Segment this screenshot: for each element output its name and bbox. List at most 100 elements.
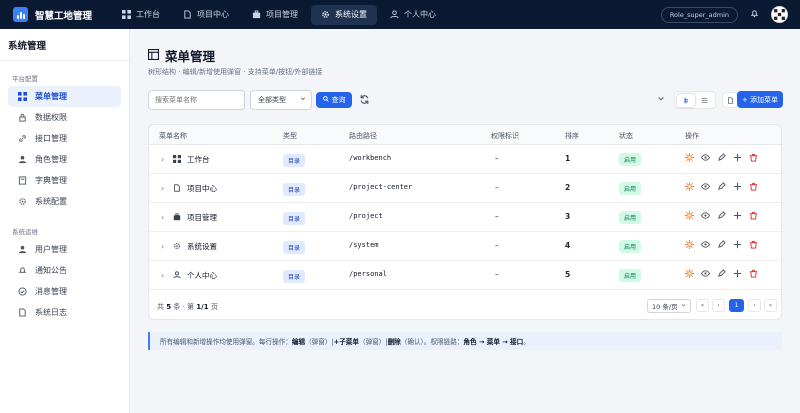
toggle-sun-icon[interactable]: [685, 182, 694, 191]
type-badge: 目录: [283, 183, 306, 196]
edit-icon[interactable]: [717, 240, 726, 249]
bell-icon: [18, 266, 27, 275]
chevron-down-icon[interactable]: [657, 95, 665, 105]
nav-item-workbench[interactable]: 工作台: [112, 5, 170, 25]
table-row[interactable]: › 工作台 目录 /workbench – 1 启用: [149, 145, 781, 174]
refresh-icon[interactable]: [359, 94, 370, 105]
avatar[interactable]: [771, 6, 788, 23]
eye-icon[interactable]: [701, 211, 710, 220]
status-badge: 启用: [619, 269, 642, 282]
add-menu-button[interactable]: + 添加菜单: [737, 91, 783, 108]
sidebar-item-menu[interactable]: 菜单管理: [8, 86, 121, 107]
menu-name: 个人中心: [187, 271, 217, 280]
sidebar-item-role[interactable]: 角色管理: [8, 149, 121, 170]
eye-icon[interactable]: [701, 240, 710, 249]
logo-icon: [13, 7, 28, 22]
row-actions: [685, 153, 758, 162]
chevron-right-icon[interactable]: ›: [161, 213, 167, 222]
table-row[interactable]: › 系统设置 目录 /system – 4 启用: [149, 232, 781, 261]
table-row[interactable]: › 项目中心 目录 /project-center – 2 启用: [149, 174, 781, 203]
export-icon[interactable]: [722, 92, 738, 108]
status-badge: 启用: [619, 240, 642, 253]
chevron-right-icon[interactable]: ›: [161, 242, 167, 251]
sort-order: 2: [565, 183, 571, 192]
sidebar-item-data-permission[interactable]: 数据权限: [8, 107, 121, 128]
add-child-icon[interactable]: [733, 269, 742, 278]
sidebar-item-messages[interactable]: 消息管理: [8, 281, 121, 302]
topbar-actions: Role_super_admin: [660, 0, 788, 29]
edit-icon[interactable]: [717, 269, 726, 278]
sidebar-item-dict[interactable]: 字典管理: [8, 170, 121, 191]
sidebar-item-notice[interactable]: 通知公告: [8, 260, 121, 281]
edit-icon[interactable]: [717, 211, 726, 220]
type-select[interactable]: 全部类型: [250, 90, 312, 110]
delete-icon[interactable]: [749, 211, 758, 220]
delete-icon[interactable]: [749, 240, 758, 249]
eye-icon[interactable]: [701, 269, 710, 278]
delete-icon[interactable]: [749, 269, 758, 278]
add-child-icon[interactable]: [733, 182, 742, 191]
book-icon: [18, 176, 27, 185]
sidebar-item-api[interactable]: 接口管理: [8, 128, 121, 149]
main-content: 菜单管理 树形结构 · 编辑/新增使用弹窗 · 支持菜单/按钮/外部链接 全部类…: [130, 29, 800, 413]
list-view-toggle[interactable]: [695, 94, 713, 107]
nav-item-project-center[interactable]: 项目中心: [173, 5, 239, 25]
menu-name: 项目中心: [187, 184, 217, 193]
column-header: 路由路径: [349, 132, 377, 140]
toolbar: 全部类型 查询 + 添加菜单: [148, 90, 783, 110]
nav-item-project-manage[interactable]: 项目管理: [242, 5, 308, 25]
note-text: 。: [523, 338, 530, 346]
role-badge[interactable]: Role_super_admin: [660, 6, 738, 23]
page-size-select[interactable]: 10 条/页: [647, 299, 691, 313]
note-text: （弹窗）|: [358, 338, 388, 346]
column-header: 操作: [685, 132, 699, 140]
edit-icon[interactable]: [717, 182, 726, 191]
permission-key: –: [495, 212, 499, 221]
chevron-right-icon[interactable]: ›: [161, 271, 167, 280]
gear-icon: [18, 197, 27, 206]
toggle-sun-icon[interactable]: [685, 269, 694, 278]
page-title: 菜单管理: [148, 46, 215, 65]
info-note: 所有编辑和新增操作均使用弹窗。每行操作： 编辑 （弹窗）| +子菜单 （弹窗）| 删除 （确…: [148, 332, 782, 350]
page-1-button[interactable]: 1: [729, 299, 744, 312]
toggle-sun-icon[interactable]: [685, 240, 694, 249]
edit-icon[interactable]: [717, 153, 726, 162]
column-header: 权限标识: [491, 132, 519, 140]
eye-icon[interactable]: [701, 182, 710, 191]
sidebar-item-logs[interactable]: 系统日志: [8, 302, 121, 323]
add-child-icon[interactable]: [733, 211, 742, 220]
toggle-sun-icon[interactable]: [685, 153, 694, 162]
table-row[interactable]: › 个人中心 目录 /personal – 5 启用: [149, 261, 781, 290]
table-row[interactable]: › 项目管理 目录 /project – 3 启用: [149, 203, 781, 232]
app-title: 智慧工地管理: [35, 10, 93, 22]
view-toggle: [674, 91, 716, 109]
prev-page-button[interactable]: ‹: [712, 299, 725, 312]
chevron-right-icon[interactable]: ›: [161, 155, 167, 164]
last-page-button[interactable]: »: [764, 299, 777, 312]
grid-icon: [173, 154, 181, 165]
search-button[interactable]: 查询: [316, 92, 352, 108]
bell-icon[interactable]: [750, 9, 759, 20]
window-icon: [148, 48, 159, 63]
column-header: 类型: [283, 132, 297, 140]
app-logo[interactable]: 智慧工地管理: [13, 7, 105, 22]
add-child-icon[interactable]: [733, 240, 742, 249]
search-button-label: 查询: [331, 96, 346, 104]
sidebar-item-sys-config[interactable]: 系统配置: [8, 191, 121, 212]
chevron-right-icon[interactable]: ›: [161, 184, 167, 193]
sidebar-item-users[interactable]: 用户管理: [8, 239, 121, 260]
briefcase-icon: [173, 212, 181, 223]
toggle-sun-icon[interactable]: [685, 211, 694, 220]
document-icon: [173, 183, 181, 194]
search-input[interactable]: [148, 90, 245, 110]
nav-label: 系统设置: [335, 10, 367, 19]
nav-item-system-settings[interactable]: 系统设置: [311, 4, 377, 25]
next-page-button[interactable]: ›: [748, 299, 761, 312]
add-child-icon[interactable]: [733, 153, 742, 162]
delete-icon[interactable]: [749, 153, 758, 162]
tree-view-toggle[interactable]: [677, 93, 695, 107]
nav-item-personal[interactable]: 个人中心: [380, 5, 446, 25]
eye-icon[interactable]: [701, 153, 710, 162]
delete-icon[interactable]: [749, 182, 758, 191]
first-page-button[interactable]: «: [696, 299, 709, 312]
